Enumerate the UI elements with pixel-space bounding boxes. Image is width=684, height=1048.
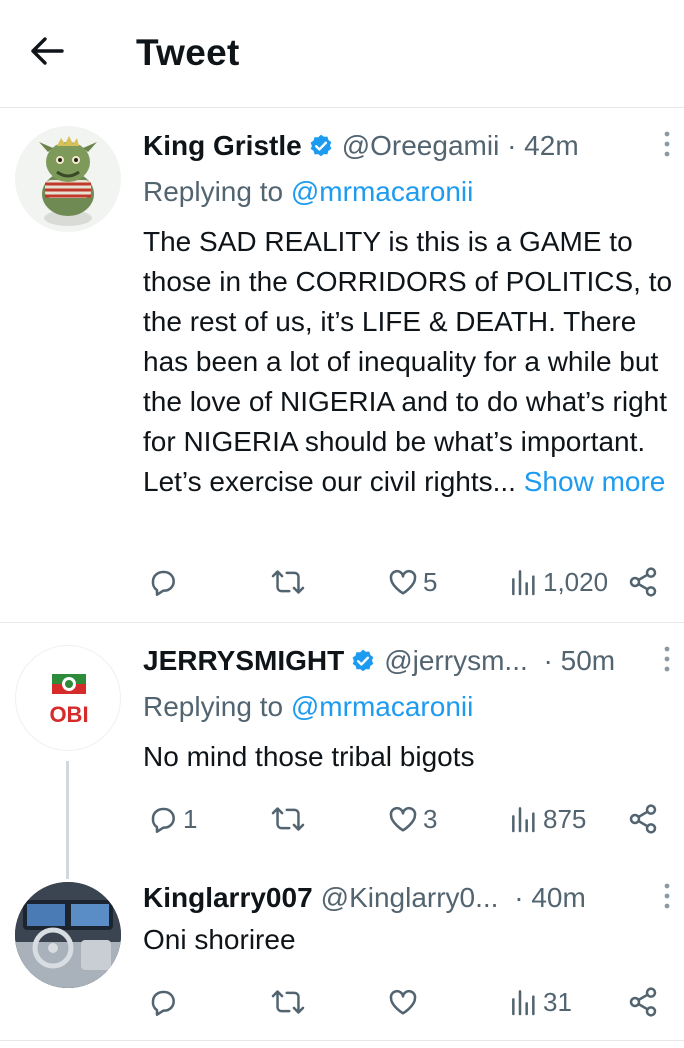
tweet-text: No mind those tribal bigots xyxy=(143,741,475,772)
reply-button[interactable]: 1 xyxy=(147,799,197,839)
views-button[interactable]: 31 xyxy=(509,982,572,1022)
arrow-left-icon xyxy=(30,36,64,71)
analytics-icon xyxy=(509,566,539,598)
retweet-button[interactable] xyxy=(271,799,309,839)
timestamp[interactable]: · 50m xyxy=(536,645,616,677)
share-button[interactable] xyxy=(627,982,659,1022)
back-button[interactable] xyxy=(22,30,72,76)
retweet-button[interactable] xyxy=(271,982,309,1022)
reply-button[interactable] xyxy=(147,562,183,602)
replying-to-label: Replying to xyxy=(143,691,291,722)
more-vertical-icon xyxy=(664,883,670,914)
more-vertical-icon xyxy=(664,131,670,162)
reply-icon xyxy=(147,803,179,835)
more-options-button[interactable] xyxy=(656,643,678,679)
more-options-button[interactable] xyxy=(656,128,678,164)
heart-icon xyxy=(387,803,419,835)
retweet-icon xyxy=(271,566,305,598)
tweet-1[interactable]: King Gristle @Oreegamii · 42m Replying t… xyxy=(0,108,684,622)
thread-connector xyxy=(66,761,69,879)
divider xyxy=(0,1040,684,1041)
show-more-link[interactable]: Show more xyxy=(524,466,666,497)
reply-mention-link[interactable]: @mrmacaronii xyxy=(291,176,473,207)
views-button[interactable]: 1,020 xyxy=(509,562,608,602)
display-name[interactable]: Kinglarry007 xyxy=(143,882,313,914)
retweet-button[interactable] xyxy=(271,562,309,602)
like-button[interactable]: 3 xyxy=(387,799,437,839)
handle[interactable]: @Oreegamii xyxy=(342,130,500,162)
replying-to: Replying to @mrmacaronii xyxy=(143,174,684,210)
more-options-button[interactable] xyxy=(656,880,678,916)
timestamp[interactable]: · 40m xyxy=(506,882,586,914)
tweet-text-body: The SAD REALITY is this is a GAME to tho… xyxy=(143,226,673,497)
heart-icon xyxy=(387,986,419,1018)
views-button[interactable]: 875 xyxy=(509,799,586,839)
analytics-icon xyxy=(509,803,539,835)
tweet-2[interactable]: OBI JERRYSMIGHT @jerrysm... · 50m Replyi… xyxy=(0,623,684,879)
like-button[interactable] xyxy=(387,982,423,1022)
share-icon xyxy=(627,986,659,1018)
view-count: 1,020 xyxy=(543,566,609,597)
avatar[interactable] xyxy=(15,126,121,232)
tweet-text: Oni shoriree xyxy=(143,924,296,955)
tweet-header: Kinglarry007 @Kinglarry0... · 40m xyxy=(143,880,684,916)
view-count: 875 xyxy=(543,803,587,834)
avatar[interactable] xyxy=(15,882,121,988)
tweet-3[interactable]: Kinglarry007 @Kinglarry0... · 40m Oni sh… xyxy=(0,870,684,1040)
tweet-text: The SAD REALITY is this is a GAME to tho… xyxy=(143,222,684,502)
analytics-icon xyxy=(509,986,539,1018)
share-icon xyxy=(627,566,659,598)
display-name[interactable]: JERRYSMIGHT xyxy=(143,645,344,677)
share-button[interactable] xyxy=(627,562,659,602)
reply-icon xyxy=(147,566,179,598)
tweet-header: JERRYSMIGHT @jerrysm... · 50m xyxy=(143,643,684,679)
tweet-header: King Gristle @Oreegamii · 42m xyxy=(143,128,684,164)
handle[interactable]: @jerrysm... xyxy=(384,645,528,677)
verified-badge-icon xyxy=(308,133,334,159)
retweet-icon xyxy=(271,986,305,1018)
retweet-icon xyxy=(271,803,305,835)
replying-to: Replying to @mrmacaronii xyxy=(143,689,684,725)
tweet-actions: 31 xyxy=(143,982,673,1022)
heart-icon xyxy=(387,566,419,598)
timestamp[interactable]: · 42m xyxy=(499,130,579,162)
handle[interactable]: @Kinglarry0... xyxy=(321,882,499,914)
reply-icon xyxy=(147,986,179,1018)
verified-badge-icon xyxy=(350,648,376,674)
tweet-actions: 5 1,020 xyxy=(143,562,673,602)
reply-count: 1 xyxy=(183,803,198,834)
more-vertical-icon xyxy=(664,646,670,677)
replying-to-label: Replying to xyxy=(143,176,291,207)
like-count: 5 xyxy=(423,566,438,597)
share-icon xyxy=(627,803,659,835)
reply-button[interactable] xyxy=(147,982,183,1022)
share-button[interactable] xyxy=(627,799,659,839)
tweet-actions: 1 3 875 xyxy=(143,799,673,839)
reply-mention-link[interactable]: @mrmacaronii xyxy=(291,691,473,722)
like-count: 3 xyxy=(423,803,438,834)
avatar-label: OBI xyxy=(49,702,89,727)
top-bar: Tweet xyxy=(0,0,684,108)
page-title: Tweet xyxy=(136,32,240,73)
avatar[interactable]: OBI xyxy=(15,645,121,751)
like-button[interactable]: 5 xyxy=(387,562,437,602)
display-name[interactable]: King Gristle xyxy=(143,130,302,162)
view-count: 31 xyxy=(543,986,572,1017)
